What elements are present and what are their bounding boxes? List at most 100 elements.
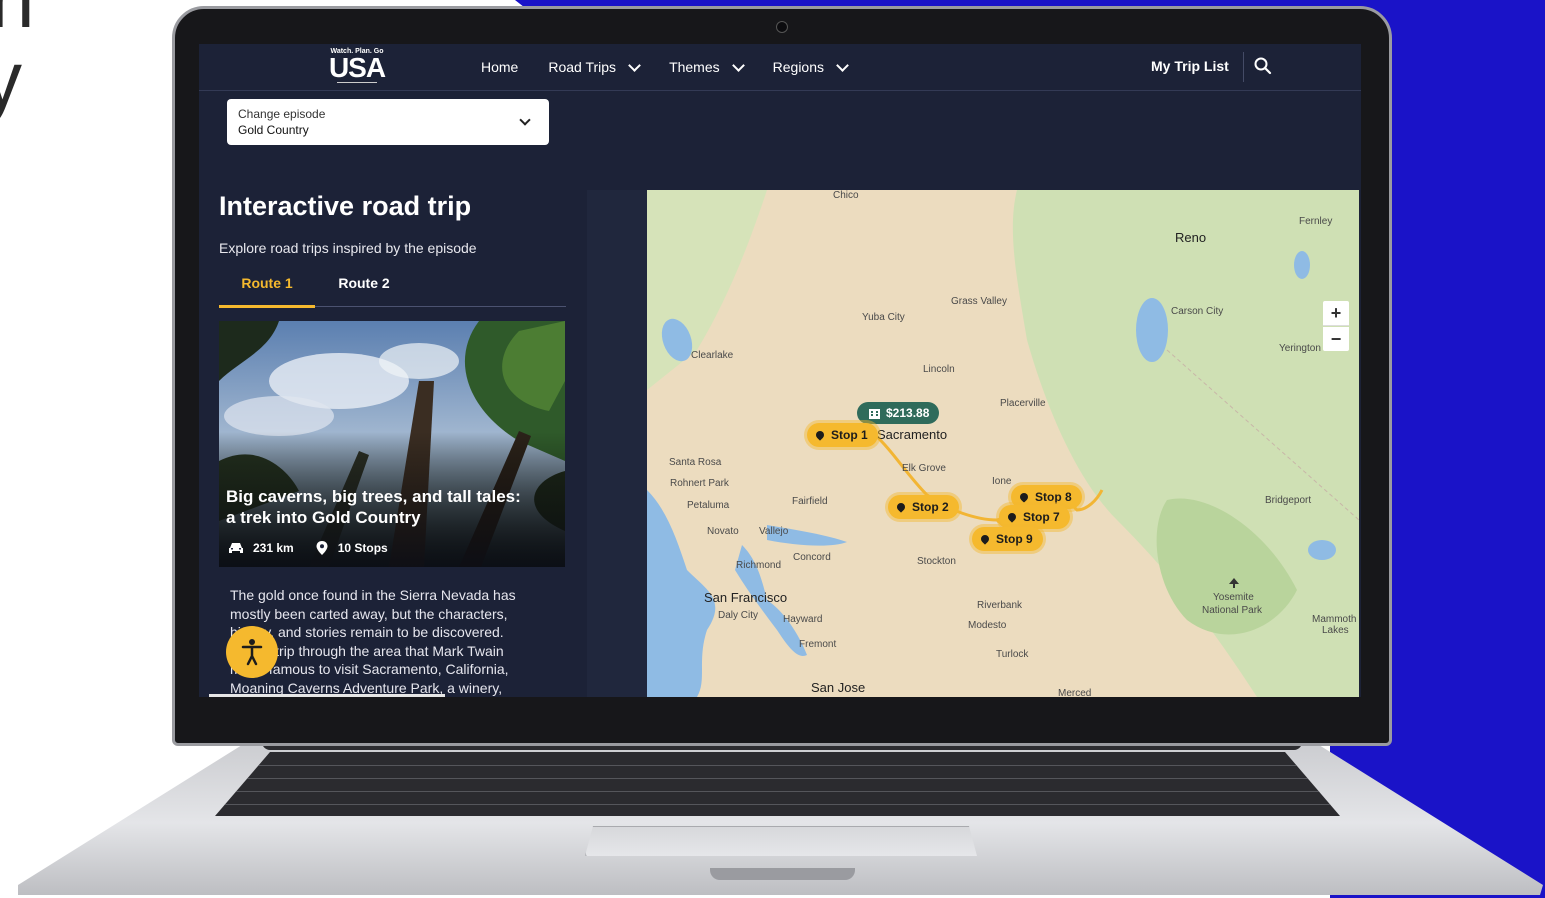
stop-label: Stop 1 [831,428,868,442]
accessibility-icon [241,639,263,666]
place-label: Reno [1175,230,1207,245]
card-title-line-2: a trek into Gold Country [226,508,421,527]
map-pin-icon [1006,511,1018,523]
main-menu: Home Road Trips Themes Regions [481,44,877,90]
stop-label: Stop 9 [996,532,1033,546]
place-label: Fairfield [792,496,828,507]
usa-logo[interactable]: Watch. Plan. Go USA [327,48,387,83]
route-map[interactable]: Chico Fernley Reno Grass Valley Yuba Cit… [647,190,1359,697]
change-episode-select[interactable]: Change episode Gold Country [227,99,549,145]
place-label: Clearlake [691,350,734,361]
map-pin-icon [979,533,991,545]
hotel-price: $213.88 [886,406,930,420]
route-tabs: Route 1 Route 2 [219,270,566,308]
place-label: Turlock [996,649,1029,660]
top-nav: Watch. Plan. Go USA Home Road Trips Them… [199,44,1361,91]
place-label: Elk Grove [902,463,946,474]
place-label: Fernley [1299,216,1333,227]
nav-home[interactable]: Home [481,59,518,75]
page-title: Interactive road trip [219,191,472,221]
map-pin-icon [316,541,328,555]
map-stop-9[interactable]: Stop 9 [972,527,1043,551]
place-label: Carson City [1171,306,1224,317]
camera-icon [776,21,788,33]
stop-label: Stop 7 [1023,510,1060,524]
description-line: The gold once found in the Sierra Nevada… [230,587,516,603]
stop-label: Stop 2 [912,500,949,514]
description-line: mostly been carted away, but the charact… [230,605,508,622]
my-trip-list-link[interactable]: My Trip List [1151,58,1229,74]
background-partial-text: n y [0,0,35,120]
map-pin-icon [814,429,826,441]
chevron-down-icon [731,58,745,72]
accessibility-button[interactable] [226,626,278,678]
background-text-line-2: y [0,35,22,124]
route-card[interactable]: Big caverns, big trees, and tall tales: … [219,321,565,567]
chevron-down-icon [628,58,641,72]
nav-regions-label: Regions [772,59,825,75]
horizontal-scrollbar[interactable] [209,694,445,697]
search-icon[interactable] [1253,56,1273,76]
nav-divider [1243,52,1244,82]
stop-label: Stop 8 [1035,490,1072,504]
card-distance: 231 km [253,541,294,555]
place-label: Novato [707,526,739,537]
place-label: Daly City [718,610,759,621]
episode-select-label: Change episode [238,107,326,121]
place-label: Yuba City [862,312,905,323]
place-label: San Jose [811,680,866,695]
place-label: Bridgeport [1265,495,1312,506]
card-title-line-1: Big caverns, big trees, and tall tales: [226,487,521,506]
place-label: Lakes [1322,625,1349,636]
place-label: Yerington [1279,343,1321,354]
place-label: Yosemite [1213,592,1254,603]
place-label: Santa Rosa [669,457,722,468]
place-label: Ione [992,476,1012,487]
place-label: Hayward [783,614,823,625]
episode-select-value: Gold Country [238,123,309,137]
place-label: Mammoth [1312,614,1357,625]
nav-road-trips-label: Road Trips [548,59,617,75]
nav-themes[interactable]: Themes [669,58,745,75]
forest-canopy-image [219,321,565,567]
map-pin-icon [1018,491,1030,503]
map-stop-2[interactable]: Stop 2 [888,495,959,519]
place-label: Fremont [799,639,837,650]
place-label: Merced [1058,688,1092,697]
zoom-out-button[interactable]: − [1323,327,1349,351]
place-label: Lincoln [923,364,955,375]
place-label: Concord [793,552,831,563]
place-label: Stockton [917,556,956,567]
place-label: Petaluma [687,500,730,511]
map-pin-icon [895,501,907,513]
place-label: Sacramento [877,427,948,442]
tab-route-1[interactable]: Route 1 [219,275,315,308]
card-stops: 10 Stops [337,541,388,555]
hotel-price-badge[interactable]: $213.88 [857,402,940,424]
map-stop-1[interactable]: Stop 1 [807,423,878,447]
card-title: Big caverns, big trees, and tall tales: … [226,486,561,528]
zoom-in-button[interactable]: + [1323,301,1349,326]
place-label: Vallejo [759,526,789,537]
laptop-trackpad [585,826,977,856]
nav-themes-label: Themes [669,59,720,75]
place-label: Placerville [1000,398,1046,409]
map-gutter [587,190,647,697]
tab-route-2[interactable]: Route 2 [324,275,404,305]
nav-regions[interactable]: Regions [772,58,849,75]
place-label: Grass Valley [951,296,1007,307]
laptop-keyboard [215,752,1340,816]
car-icon [229,543,243,553]
logo-text: USA [328,52,386,83]
page-subtitle: Explore road trips inspired by the episo… [219,240,477,256]
place-label: Chico [833,190,859,201]
nav-road-trips[interactable]: Road Trips [548,58,641,75]
chevron-down-icon [836,58,849,72]
place-label: Rohnert Park [670,478,729,489]
place-label: Richmond [736,560,782,571]
place-label: Riverbank [977,600,1023,611]
map-stop-7[interactable]: Stop 7 [999,505,1070,529]
app-screen: Watch. Plan. Go USA Home Road Trips Them… [199,44,1361,697]
laptop-notch [710,868,855,880]
nav-home-label: Home [481,59,519,75]
